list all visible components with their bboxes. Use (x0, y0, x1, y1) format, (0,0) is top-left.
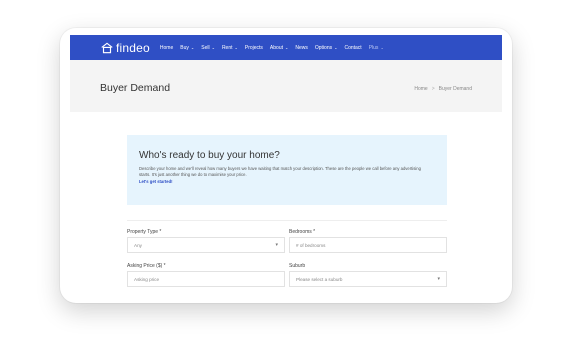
chevron-down-icon: ▾ (275, 242, 278, 248)
house-logo-icon (101, 42, 113, 53)
breadcrumb-separator: > (431, 86, 435, 92)
bedrooms-input[interactable]: # of bedrooms (289, 237, 447, 253)
chevron-down-icon: ⌄ (190, 45, 195, 50)
brand-name: findeo (116, 40, 150, 55)
section-divider (127, 220, 447, 221)
nav-item-options[interactable]: Options ⌄ (315, 45, 338, 51)
chevron-down-icon: ▾ (437, 276, 440, 282)
top-navbar: findeo Home Buy ⌄ Sell ⌄ Rent ⌄ Projects Ab… (70, 35, 502, 60)
chevron-down-icon: ⌄ (211, 45, 215, 50)
suburb-select[interactable]: Please select a suburb ▾ (289, 271, 447, 287)
hero-banner: Who's ready to buy your home? Describe y… (127, 135, 447, 205)
page-title: Buyer Demand (100, 82, 171, 94)
asking-price-input[interactable]: Asking price (127, 271, 285, 287)
nav-item-home[interactable]: Home (160, 45, 173, 51)
asking-price-label: Asking Price ($) * (127, 263, 166, 269)
hero-description: Describe your home and we'll reveal how … (139, 166, 421, 177)
hero-title: Who's ready to buy your home? (139, 150, 280, 161)
breadcrumb-current: Buyer Demand (438, 86, 472, 92)
nav-item-buy[interactable]: Buy ⌄ (180, 45, 194, 51)
property-type-select[interactable]: Any ▾ (127, 237, 285, 253)
nav-item-sell[interactable]: Sell ⌄ (201, 45, 215, 51)
nav-item-about[interactable]: About ⌄ (270, 45, 288, 51)
page-title-bar: Buyer Demand Home > Buyer Demand (70, 60, 502, 112)
suburb-placeholder: Please select a suburb (296, 276, 343, 282)
brand-logo[interactable]: findeo (100, 41, 150, 55)
bedrooms-placeholder: # of bedrooms (296, 242, 326, 248)
chevron-down-icon: ⌄ (285, 45, 289, 50)
nav-item-rent[interactable]: Rent ⌄ (222, 45, 238, 51)
chevron-down-icon: ⌄ (334, 45, 338, 50)
asking-price-placeholder: Asking price (134, 276, 160, 282)
browser-screen: findeo Home Buy ⌄ Sell ⌄ Rent ⌄ Projects Ab… (70, 35, 502, 297)
get-started-link[interactable]: Let's get started! (139, 179, 435, 184)
chevron-down-icon: ⌄ (380, 45, 384, 50)
suburb-label: Suburb (289, 263, 306, 269)
device-frame: findeo Home Buy ⌄ Sell ⌄ Rent ⌄ Projects Ab… (60, 28, 512, 303)
breadcrumb: Home > Buyer Demand (414, 86, 472, 92)
nav-item-contact[interactable]: Contact (344, 45, 361, 51)
breadcrumb-home[interactable]: Home (414, 86, 427, 92)
chevron-down-icon: ⌄ (234, 45, 238, 50)
property-type-value: Any (134, 242, 142, 248)
bedrooms-label: Bedrooms * (289, 229, 316, 235)
nav-item-projects[interactable]: Projects (245, 45, 263, 51)
nav-item-news[interactable]: News (295, 45, 308, 51)
nav-item-plus[interactable]: Plus ⌄ (369, 45, 384, 51)
property-type-label: Property Type * (127, 229, 162, 235)
main-nav: Home Buy ⌄ Sell ⌄ Rent ⌄ Projects About ⌄ Ne… (160, 45, 391, 51)
